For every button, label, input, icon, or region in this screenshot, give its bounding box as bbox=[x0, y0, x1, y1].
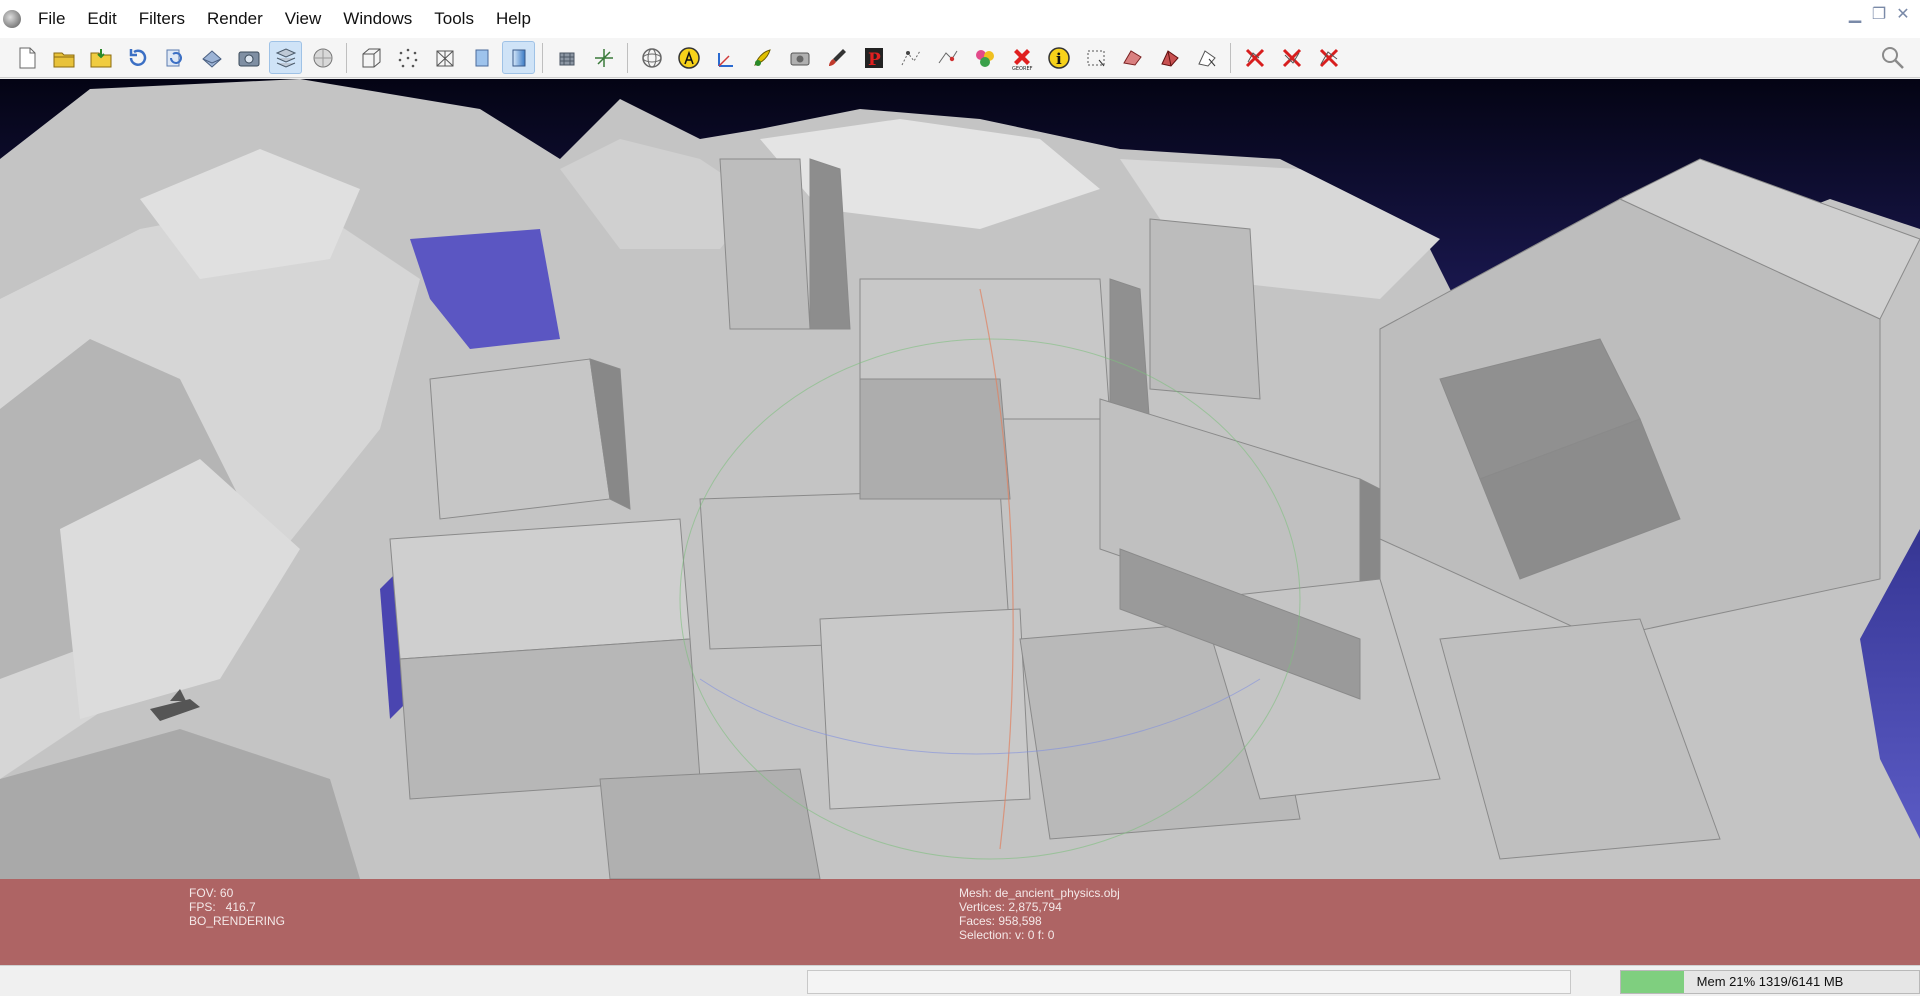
open-project-icon[interactable] bbox=[47, 41, 80, 74]
toolbar-separator bbox=[1230, 42, 1231, 73]
align-icon[interactable] bbox=[672, 41, 705, 74]
reload-all-icon[interactable] bbox=[158, 41, 191, 74]
selection-count: Selection: v: 0 f: 0 bbox=[959, 928, 1055, 942]
menu-tools[interactable]: Tools bbox=[423, 0, 485, 38]
reload-icon[interactable] bbox=[121, 41, 154, 74]
decorator-icon[interactable] bbox=[306, 41, 339, 74]
face-count: Faces: 958,598 bbox=[959, 914, 1042, 928]
svg-text:i: i bbox=[1056, 50, 1062, 68]
menu-edit[interactable]: Edit bbox=[76, 0, 127, 38]
toolbar-separator bbox=[627, 42, 628, 73]
info-icon[interactable]: i bbox=[1042, 41, 1075, 74]
toolbar-separator bbox=[346, 42, 347, 73]
camera-icon[interactable] bbox=[783, 41, 816, 74]
menu-help[interactable]: Help bbox=[485, 0, 542, 38]
import-mesh-icon[interactable] bbox=[84, 41, 117, 74]
menu-filters[interactable]: Filters bbox=[128, 0, 196, 38]
vertex-count: Vertices: 2,875,794 bbox=[959, 900, 1062, 914]
menu-bar: File Edit Filters Render View Windows To… bbox=[0, 0, 1920, 38]
window-controls: ▁ ❐ ✕ bbox=[1846, 6, 1912, 24]
edit-vertex-icon[interactable] bbox=[931, 41, 964, 74]
mesh-info: Mesh: de_ancient_physics.obj Vertices: 2… bbox=[959, 886, 1120, 942]
measure-icon[interactable] bbox=[709, 41, 742, 74]
trackball-icon[interactable] bbox=[635, 41, 668, 74]
render-info: FOV: 60 FPS: 416.7 BO_RENDERING bbox=[189, 886, 285, 928]
georef-icon[interactable]: GEOREF bbox=[1005, 41, 1038, 74]
points-icon[interactable] bbox=[391, 41, 424, 74]
lights-icon[interactable] bbox=[550, 41, 583, 74]
layer-panel-icon[interactable] bbox=[269, 41, 302, 74]
info-overlay: FOV: 60 FPS: 416.7 BO_RENDERING Mesh: de… bbox=[0, 879, 1920, 965]
smooth-shading-icon[interactable] bbox=[502, 41, 535, 74]
axis-icon[interactable] bbox=[587, 41, 620, 74]
mesh-render bbox=[0, 79, 1920, 965]
status-bar: Mem 21% 1319/6141 MB bbox=[0, 965, 1920, 996]
minimize-button[interactable]: ▁ bbox=[1846, 6, 1864, 24]
memory-usage-bar: Mem 21% 1319/6141 MB bbox=[1620, 970, 1920, 994]
render-mode-readout: BO_RENDERING bbox=[189, 914, 286, 928]
svg-text:P: P bbox=[868, 50, 881, 70]
select-vertices-icon[interactable] bbox=[1116, 41, 1149, 74]
3d-viewport[interactable]: FOV: 60 FPS: 416.7 BO_RENDERING Mesh: de… bbox=[0, 79, 1920, 965]
selection-icon[interactable] bbox=[894, 41, 927, 74]
export-mesh-icon[interactable] bbox=[195, 41, 228, 74]
mesh-name: Mesh: de_ancient_physics.obj bbox=[959, 886, 1120, 900]
app-logo-icon bbox=[3, 10, 21, 28]
close-button[interactable]: ✕ bbox=[1894, 6, 1912, 24]
new-project-icon[interactable] bbox=[10, 41, 43, 74]
menu-windows[interactable]: Windows bbox=[332, 0, 423, 38]
delete-faces-icon[interactable] bbox=[1238, 41, 1271, 74]
select-conn-icon[interactable] bbox=[1190, 41, 1223, 74]
svg-text:GEOREF: GEOREF bbox=[1012, 66, 1033, 71]
status-message bbox=[807, 970, 1571, 994]
paint-icon[interactable] bbox=[746, 41, 779, 74]
menu-render[interactable]: Render bbox=[196, 0, 274, 38]
delete-vertices-icon[interactable] bbox=[1275, 41, 1308, 74]
flat-shading-icon[interactable] bbox=[465, 41, 498, 74]
pick-points-icon[interactable]: P bbox=[857, 41, 890, 74]
bounding-box-icon[interactable] bbox=[354, 41, 387, 74]
menu-view[interactable]: View bbox=[274, 0, 333, 38]
fps-readout: FPS: 416.7 bbox=[189, 900, 256, 914]
delete-selected-icon[interactable] bbox=[1312, 41, 1345, 74]
color-paint-icon[interactable] bbox=[968, 41, 1001, 74]
toolbar-separator bbox=[542, 42, 543, 73]
wireframe-icon[interactable] bbox=[428, 41, 461, 74]
memory-usage-label: Mem 21% 1319/6141 MB bbox=[1696, 974, 1844, 989]
search-icon[interactable] bbox=[1878, 43, 1908, 73]
snapshot-icon[interactable] bbox=[232, 41, 265, 74]
main-toolbar: P GEOREF i bbox=[0, 38, 1920, 78]
select-faces-icon[interactable] bbox=[1079, 41, 1112, 74]
fov-readout: FOV: 60 bbox=[189, 886, 234, 900]
menu-file[interactable]: File bbox=[27, 0, 76, 38]
brush-icon[interactable] bbox=[820, 41, 853, 74]
restore-button[interactable]: ❐ bbox=[1870, 6, 1888, 24]
meshlab-window: File Edit Filters Render View Windows To… bbox=[0, 0, 1920, 996]
select-connected-icon[interactable] bbox=[1153, 41, 1186, 74]
